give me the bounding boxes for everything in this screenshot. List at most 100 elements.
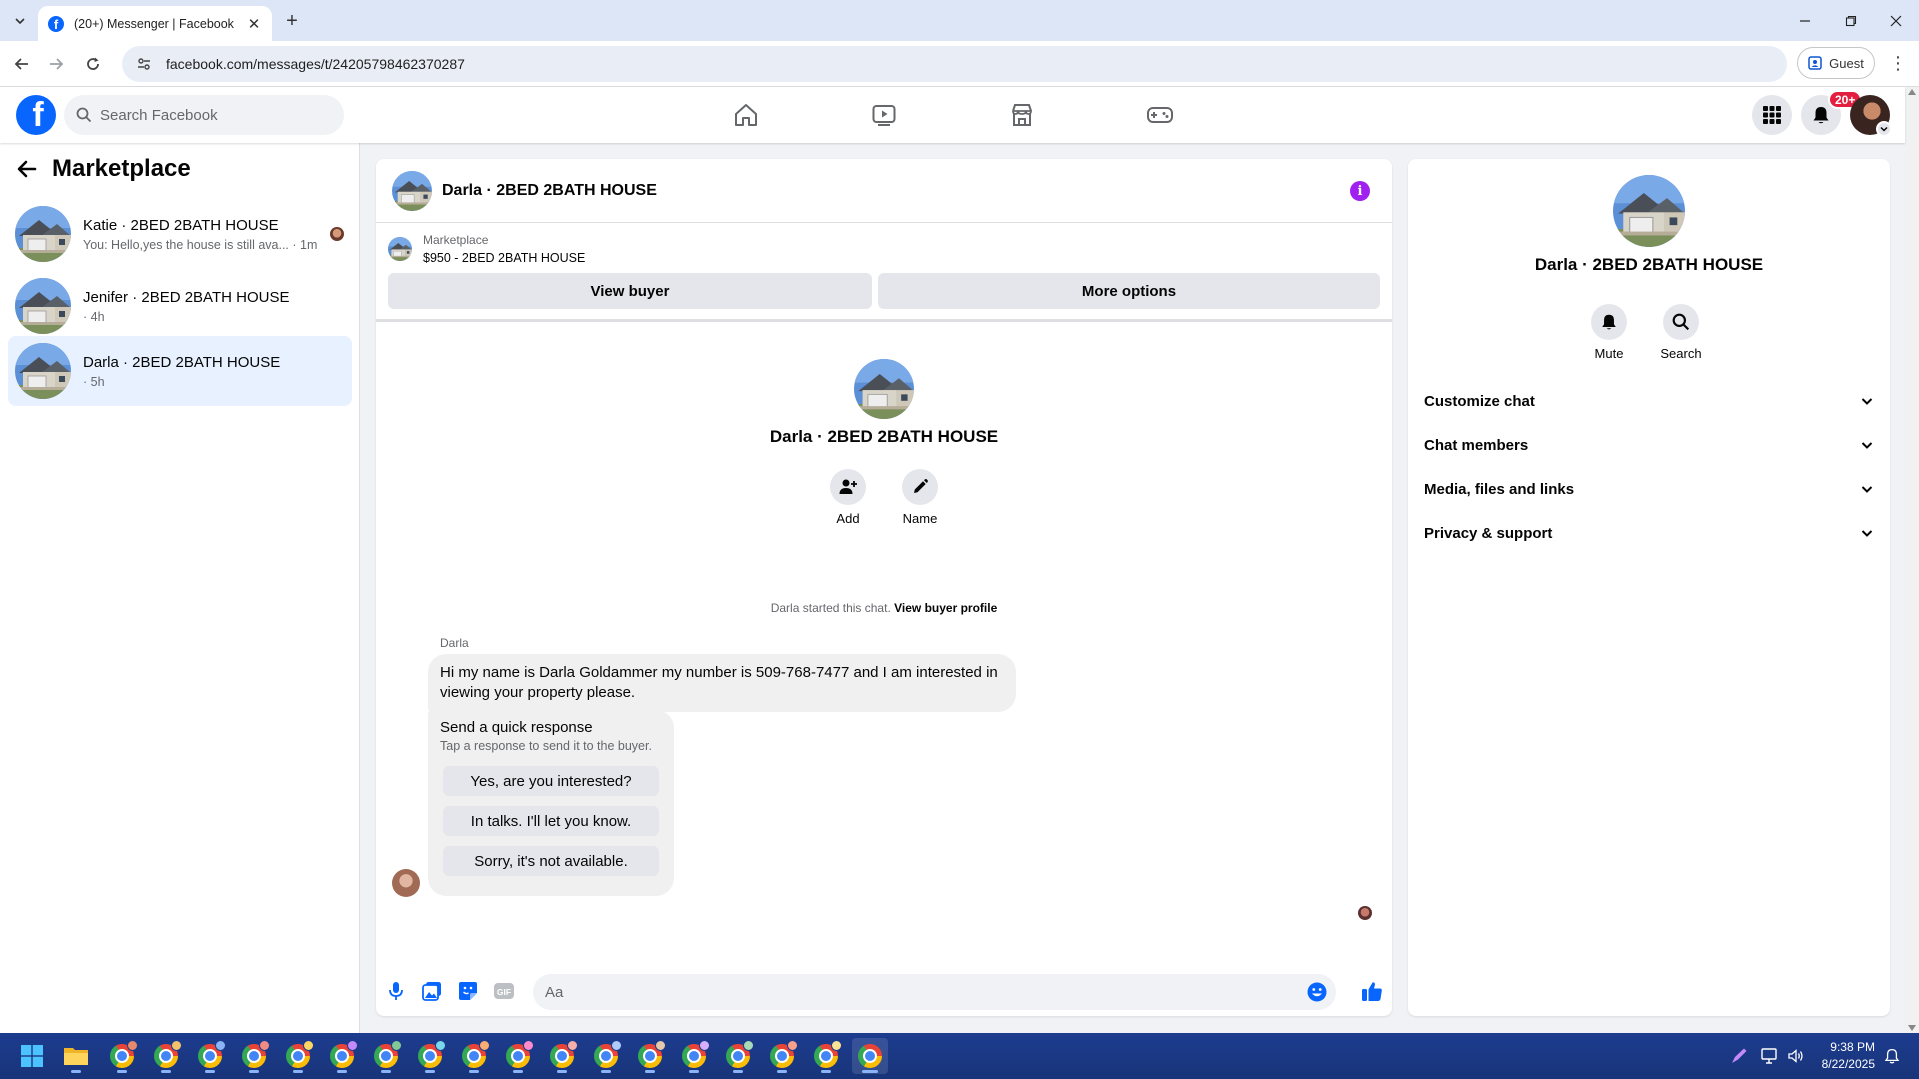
gif-icon[interactable]: GIF xyxy=(490,977,518,1005)
chrome-profile-icon[interactable] xyxy=(236,1038,272,1074)
message-input[interactable] xyxy=(545,983,1285,1001)
thumbs-up-icon[interactable] xyxy=(1358,977,1386,1005)
search-conversation-action[interactable]: Search xyxy=(1651,304,1711,361)
browser-tab-strip: f (20+) Messenger | Facebook ✕ + xyxy=(0,0,1919,41)
site-info-icon[interactable] xyxy=(136,56,152,72)
marketplace-icon[interactable] xyxy=(1002,95,1042,135)
conversation-item-darla[interactable]: Darla · 2BED 2BATH HOUSE · 5h xyxy=(8,336,352,406)
facebook-search[interactable] xyxy=(64,95,344,135)
chat-panel: Darla · 2BED 2BATH HOUSE i Marketplace $… xyxy=(376,159,1392,1016)
url-text: facebook.com/messages/t/2420579846237028… xyxy=(166,56,465,72)
browser-menu-icon[interactable]: ⋮ xyxy=(1886,51,1910,75)
scroll-up-arrow-icon[interactable] xyxy=(1908,89,1916,95)
file-explorer-icon[interactable] xyxy=(58,1038,94,1074)
windows-start-icon[interactable] xyxy=(14,1038,50,1074)
section-label: Chat members xyxy=(1424,436,1529,454)
clock-date: 8/22/2025 xyxy=(1821,1057,1875,1071)
chrome-profile-icon[interactable] xyxy=(588,1038,624,1074)
scroll-down-arrow-icon[interactable] xyxy=(1908,1025,1916,1031)
address-bar[interactable]: facebook.com/messages/t/2420579846237028… xyxy=(122,46,1787,82)
add-people-action[interactable]: Add xyxy=(818,469,878,526)
chrome-profile-icon[interactable] xyxy=(764,1038,800,1074)
chat-title[interactable]: Darla · 2BED 2BATH HOUSE xyxy=(442,182,657,200)
chrome-profile-icon[interactable] xyxy=(544,1038,580,1074)
chrome-profile-icon[interactable] xyxy=(412,1038,448,1074)
listing-price-title[interactable]: $950 - 2BED 2BATH HOUSE xyxy=(423,251,585,265)
view-buyer-profile-link[interactable]: View buyer profile xyxy=(894,601,997,615)
privacy-support-section[interactable]: Privacy & support xyxy=(1424,511,1880,555)
back-arrow-icon[interactable] xyxy=(8,50,36,78)
message-input-box[interactable] xyxy=(533,974,1336,1010)
photo-gallery-icon[interactable] xyxy=(418,977,446,1005)
media-files-links-section[interactable]: Media, files and links xyxy=(1424,467,1880,511)
network-icon[interactable] xyxy=(1761,1033,1779,1079)
microphone-icon[interactable] xyxy=(382,977,410,1005)
chrome-profile-icon[interactable] xyxy=(720,1038,756,1074)
chat-avatar[interactable] xyxy=(392,171,432,211)
mute-action[interactable]: Mute xyxy=(1579,304,1639,361)
page-scrollbar[interactable] xyxy=(1905,87,1919,1033)
started-text: Darla started this chat. xyxy=(770,601,891,615)
search-icon xyxy=(1672,313,1690,331)
quick-response-in-talks[interactable]: In talks. I'll let you know. xyxy=(443,806,659,836)
volume-icon[interactable] xyxy=(1787,1033,1805,1079)
notification-center-bell-icon[interactable] xyxy=(1884,1033,1900,1079)
view-buyer-button[interactable]: View buyer xyxy=(388,273,872,309)
section-label: Media, files and links xyxy=(1424,480,1575,498)
chrome-profile-icon[interactable] xyxy=(280,1038,316,1074)
more-options-button[interactable]: More options xyxy=(878,273,1380,309)
conversation-item-jenifer[interactable]: Jenifer · 2BED 2BATH HOUSE · 4h xyxy=(8,271,352,341)
chrome-profile-icon[interactable] xyxy=(192,1038,228,1074)
tab-search-dropdown-icon[interactable] xyxy=(8,9,32,33)
chrome-profile-icon[interactable] xyxy=(104,1038,140,1074)
customize-chat-section[interactable]: Customize chat xyxy=(1424,379,1880,423)
minimize-icon[interactable] xyxy=(1782,0,1828,41)
listing-thumbnail xyxy=(388,237,412,261)
browser-tab-messenger[interactable]: f (20+) Messenger | Facebook ✕ xyxy=(38,6,272,41)
windows-taskbar: 9:38 PM 8/22/2025 xyxy=(0,1033,1919,1079)
chrome-profile-icon[interactable] xyxy=(632,1038,668,1074)
gaming-icon[interactable] xyxy=(1140,95,1180,135)
forward-arrow-icon[interactable] xyxy=(42,50,70,78)
reload-icon[interactable] xyxy=(79,50,107,78)
close-window-icon[interactable] xyxy=(1873,0,1919,41)
name-label: Name xyxy=(902,511,938,526)
profile-name: Darla · 2BED 2BATH HOUSE xyxy=(769,427,999,446)
conversation-name: Katie · 2BED 2BATH HOUSE xyxy=(83,216,279,234)
guest-profile-button[interactable]: Guest xyxy=(1797,47,1875,79)
mute-label: Mute xyxy=(1594,346,1624,361)
info-icon[interactable]: i xyxy=(1350,181,1370,201)
search-input[interactable] xyxy=(100,106,320,124)
quick-response-yes[interactable]: Yes, are you interested? xyxy=(443,766,659,796)
chat-header: Darla · 2BED 2BATH HOUSE i xyxy=(376,159,1392,223)
chrome-profile-icon[interactable] xyxy=(500,1038,536,1074)
pen-icon[interactable] xyxy=(1730,1033,1748,1079)
conversation-item-katie[interactable]: Katie · 2BED 2BATH HOUSE You: Hello,yes … xyxy=(8,199,352,269)
close-tab-icon[interactable]: ✕ xyxy=(246,16,262,33)
emoji-icon[interactable] xyxy=(1307,982,1327,1002)
details-avatar xyxy=(1613,175,1685,247)
chrome-active-window-icon[interactable] xyxy=(852,1038,888,1074)
chrome-profile-icon[interactable] xyxy=(368,1038,404,1074)
chrome-profile-icon[interactable] xyxy=(456,1038,492,1074)
new-tab-plus-icon[interactable]: + xyxy=(280,9,304,33)
menu-grid-button[interactable] xyxy=(1752,95,1792,135)
sender-name: Darla xyxy=(440,636,469,650)
home-icon[interactable] xyxy=(726,95,766,135)
account-chevron-icon[interactable] xyxy=(1876,121,1892,137)
clock-time: 9:38 PM xyxy=(1830,1040,1875,1054)
back-arrow-icon[interactable] xyxy=(16,158,38,180)
quick-response-not-available[interactable]: Sorry, it's not available. xyxy=(443,846,659,876)
facebook-logo-icon[interactable]: f xyxy=(16,95,56,135)
video-icon[interactable] xyxy=(864,95,904,135)
restore-icon[interactable] xyxy=(1828,0,1874,41)
edit-name-action[interactable]: Name xyxy=(890,469,950,526)
chrome-profile-icon[interactable] xyxy=(324,1038,360,1074)
sticker-icon[interactable] xyxy=(454,977,482,1005)
read-receipt-avatar xyxy=(1358,906,1372,920)
chrome-profile-icon[interactable] xyxy=(808,1038,844,1074)
system-clock[interactable]: 9:38 PM 8/22/2025 xyxy=(1813,1039,1875,1073)
chat-members-section[interactable]: Chat members xyxy=(1424,423,1880,467)
chrome-profile-icon[interactable] xyxy=(676,1038,712,1074)
chrome-profile-icon[interactable] xyxy=(148,1038,184,1074)
